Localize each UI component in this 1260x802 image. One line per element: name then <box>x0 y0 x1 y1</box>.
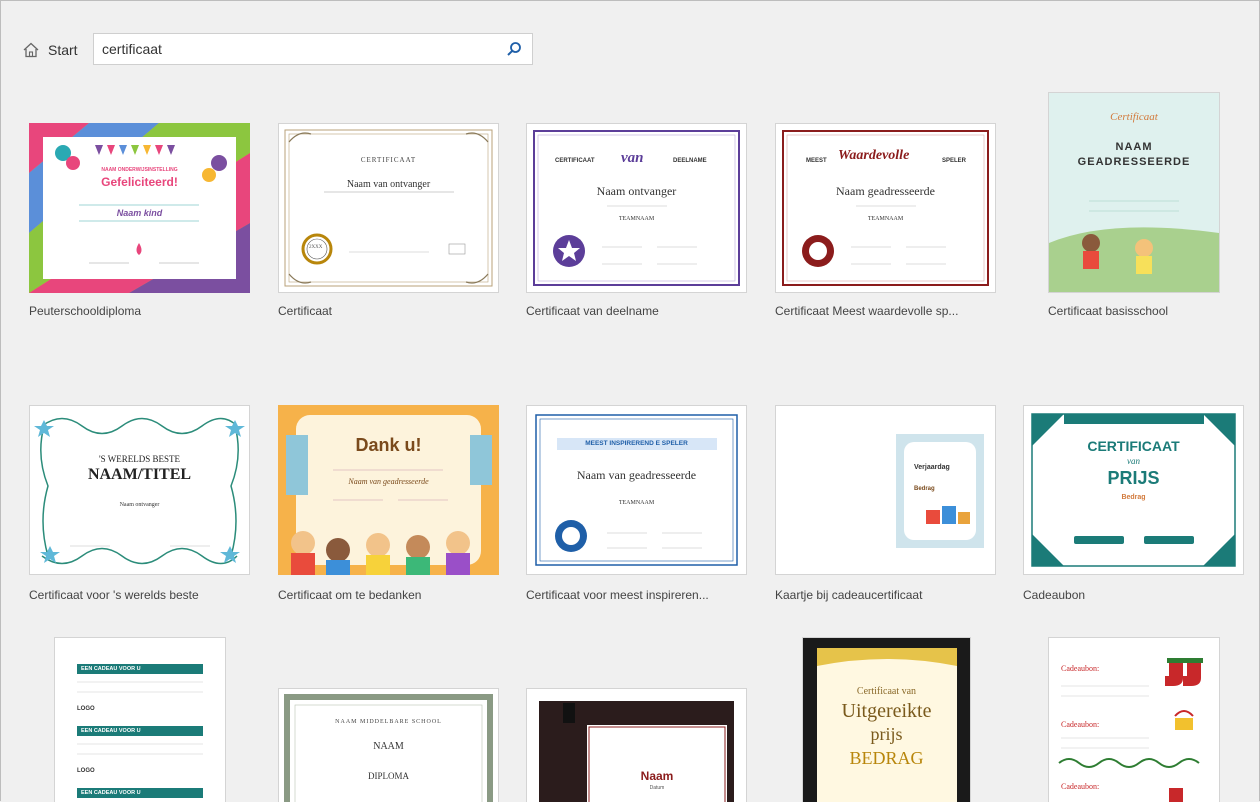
template-caption: Certificaat basisschool <box>1048 304 1169 318</box>
thumb-school: NAAM MIDDELBARE SCHOOL <box>335 719 442 725</box>
template-thumbnail: EEN CADEAU VOOR U EEN CADEAU VOOR U EEN … <box>54 637 226 802</box>
template-caption: Certificaat voor meest inspireren... <box>526 588 709 602</box>
template-thumbnail: MEEST INSPIREREND E SPELER Naam van gead… <box>526 405 747 575</box>
template-caption: Certificaat <box>278 304 333 318</box>
home-icon <box>23 42 39 58</box>
template-thumbnail: Verjaardag Bedrag <box>775 405 996 575</box>
template-caption: Kaartje bij cadeaucertificaat <box>775 588 923 602</box>
thumb-name-line1: NAAM <box>1115 141 1153 153</box>
template-thumbnail: Certificaat NAAM GEADRESSEERDE <box>1048 92 1220 293</box>
thumb-name: Naam ontvanger <box>119 502 160 508</box>
thumb-sub: NAAM ONDERWIJSINSTELLING <box>101 167 178 173</box>
home-label: Start <box>48 42 78 58</box>
thumb-name: Naam van geadresseerde <box>576 468 697 482</box>
thumb-script: Waardevolle <box>838 148 910 163</box>
thumb-line2: NAAM/TITEL <box>87 466 192 483</box>
template-thumbnail: Certificaat van Uitgereikte prijs BEDRAG <box>802 637 971 802</box>
template-thumbnail: Naam Datum <box>526 688 747 802</box>
template-thumbnail: MEEST Waardevolle SPELER Naam geadressee… <box>775 123 996 293</box>
template-thumbnail: NAAM MIDDELBARE SCHOOL NAAM DIPLOMA <box>278 688 499 802</box>
thumb-name: Naam geadresseerde <box>836 184 935 198</box>
thumb-script: van <box>621 150 644 166</box>
thumb-logo: LOGO <box>77 768 95 774</box>
thumb-label: Cadeaubon: <box>1061 664 1100 673</box>
thumb-line4: BEDRAG <box>849 748 924 768</box>
thumb-line2: Uitgereikte <box>841 700 932 722</box>
search-box <box>93 33 533 65</box>
thumb-banner: MEEST INSPIREREND E SPELER <box>585 440 688 447</box>
thumb-name: PRIJS <box>1107 468 1160 488</box>
thumb-title: DIPLOMA <box>367 771 409 781</box>
home-link[interactable]: Start <box>22 41 78 59</box>
thumb-team: TEAMNAAM <box>618 500 655 506</box>
thumb-sub: Bedrag <box>1121 494 1146 501</box>
thumb-banner: EEN CADEAU VOOR U <box>81 728 141 734</box>
thumb-logo: LOGO <box>77 706 95 712</box>
thumb-seal: 2XXX <box>309 245 323 250</box>
thumb-left: CERTIFICAAT <box>555 158 595 164</box>
thumb-label: Cadeaubon: <box>1061 782 1100 791</box>
template-caption: Certificaat Meest waardevolle sp... <box>775 304 959 318</box>
template-thumbnail: CERTIFICAAT van PRIJS Bedrag <box>1023 405 1244 575</box>
thumb-heading: Dank u! <box>355 435 422 455</box>
template-caption: Certificaat om te bedanken <box>278 588 422 602</box>
thumb-team: TEAMNAAM <box>618 216 655 222</box>
thumb-sub: Datum <box>649 785 665 791</box>
thumb-line1: Certificaat van <box>856 686 917 697</box>
thumb-right: DEELNAME <box>673 158 707 164</box>
thumb-name: Naam van ontvanger <box>346 179 431 190</box>
thumb-left: MEEST <box>806 158 827 164</box>
thumb-script: van <box>1127 456 1140 466</box>
template-thumbnail: NAAM ONDERWIJSINSTELLING Gefeliciteerd! … <box>29 123 250 293</box>
thumb-line2: Bedrag <box>914 486 935 492</box>
thumb-heading: Gefeliciteerd! <box>101 175 178 189</box>
template-caption: Certificaat van deelname <box>526 304 659 318</box>
thumb-banner: EEN CADEAU VOOR U <box>81 666 141 672</box>
thumb-right: SPELER <box>942 158 967 164</box>
thumb-line1: 'S WERELDS BESTE <box>99 454 180 464</box>
template-caption: Certificaat voor 's werelds beste <box>29 588 199 602</box>
template-thumbnail: Dank u! Naam van geadresseerde <box>278 405 499 575</box>
template-caption: Peuterschooldiploma <box>29 304 142 318</box>
thumb-heading: CERTIFICAAT <box>1087 438 1180 454</box>
thumb-name: Naam kind <box>116 208 163 218</box>
template-thumbnail: CERTIFICAAT Naam van ontvanger 2XXX <box>278 123 499 293</box>
template-thumbnail: 'S WERELDS BESTE NAAM/TITEL Naam ontvang… <box>29 405 250 575</box>
template-thumbnail: Cadeaubon: Cadeaubon: Cadeaubon: <box>1048 637 1220 802</box>
thumb-team: TEAMNAAM <box>867 216 904 222</box>
template-thumbnail: CERTIFICAAT van DEELNAME Naam ontvanger … <box>526 123 747 293</box>
thumb-script: Certificaat <box>1110 111 1158 123</box>
search-input[interactable] <box>94 35 502 63</box>
thumb-label: Cadeaubon: <box>1061 720 1100 729</box>
thumb-name: NAAM <box>373 741 404 752</box>
search-icon[interactable] <box>502 37 526 61</box>
thumb-name: Naam ontvanger <box>596 184 677 198</box>
thumb-name: Naam <box>640 769 674 783</box>
top-bar: Start <box>22 34 78 66</box>
template-caption: Cadeaubon <box>1023 588 1086 602</box>
thumb-banner: EEN CADEAU VOOR U <box>81 790 141 796</box>
thumb-line1: Verjaardag <box>914 464 950 471</box>
thumb-name: Naam van geadresseerde <box>348 477 429 486</box>
thumb-name-line2: GEADRESSEERDE <box>1077 156 1191 168</box>
thumb-line3: prijs <box>870 724 903 744</box>
thumb-heading: CERTIFICAAT <box>360 156 417 164</box>
